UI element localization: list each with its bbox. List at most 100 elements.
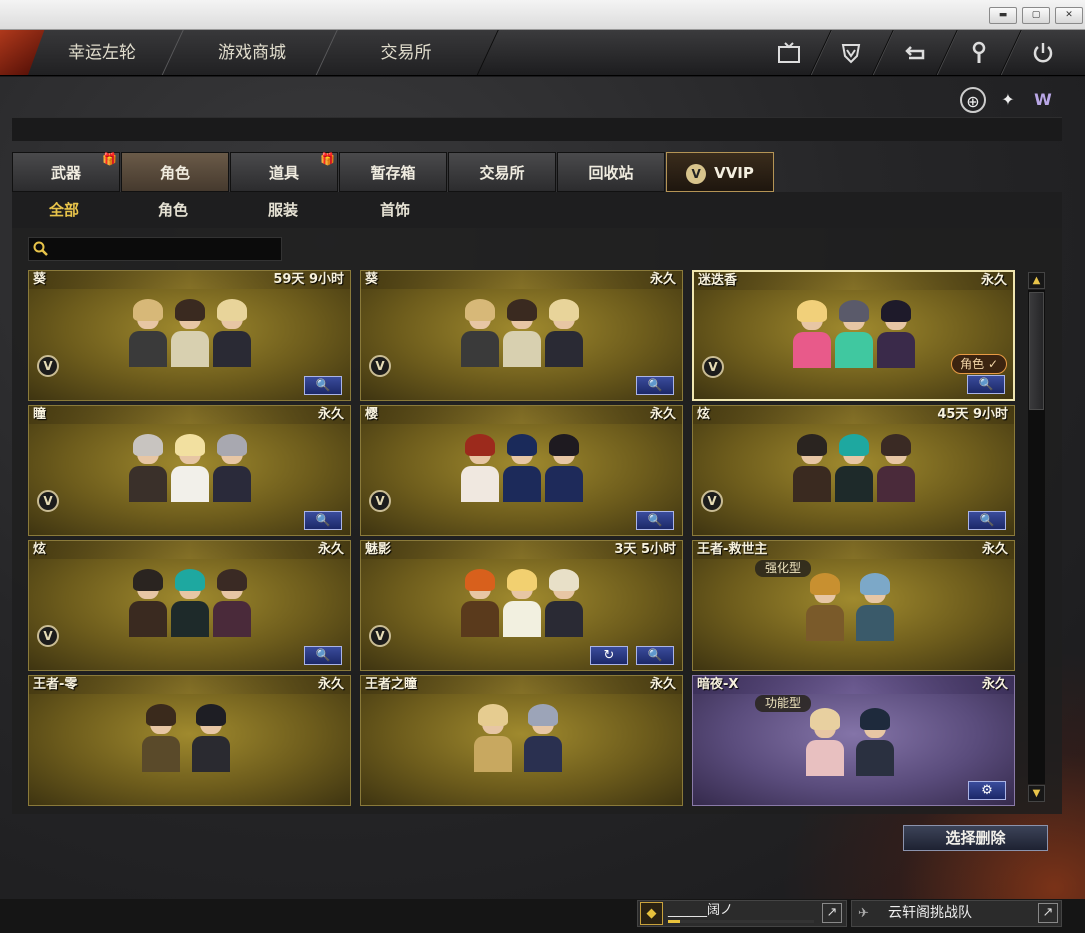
- settings-gear-button[interactable]: ⚙: [968, 781, 1006, 800]
- search-input[interactable]: [28, 237, 282, 261]
- vvip-badge-icon: V: [701, 490, 723, 512]
- item-card-header: [29, 406, 350, 424]
- clan-open-icon[interactable]: ↗: [1038, 903, 1058, 923]
- subtab-clothing[interactable]: 服装: [268, 192, 298, 228]
- item-duration: 永久: [649, 407, 676, 422]
- item-card[interactable]: 王者-零 永久: [28, 675, 351, 806]
- item-card[interactable]: 王者之瞳 永久: [360, 675, 683, 806]
- character-figure: [170, 434, 209, 502]
- player-info: ◆ ______阔ノ ↗: [637, 900, 847, 927]
- character-portraits: [460, 434, 583, 502]
- item-card[interactable]: 暗夜-X 永久 功能型 ⚙: [692, 675, 1015, 806]
- shield-icon[interactable]: [834, 36, 868, 70]
- search-icon[interactable]: 🔍: [968, 511, 1006, 530]
- restore-button[interactable]: ▢: [1022, 7, 1050, 24]
- subtab-all[interactable]: 全部: [49, 192, 79, 228]
- close-button[interactable]: ✕: [1055, 7, 1083, 24]
- character-figure: [805, 573, 852, 641]
- tab-recycle-bin[interactable]: 回收站: [557, 152, 665, 192]
- tab-items[interactable]: 道具 🎁: [230, 152, 338, 192]
- subtab-accessories[interactable]: 首饰: [380, 192, 410, 228]
- target-icon[interactable]: ⊕: [960, 87, 986, 113]
- spark-icon[interactable]: ✦: [995, 87, 1021, 113]
- nav-tab-game-store[interactable]: 游戏商城: [172, 30, 332, 75]
- nav-tab-exchange[interactable]: 交易所: [326, 30, 486, 75]
- character-portraits: [805, 708, 902, 776]
- item-name: 葵: [365, 272, 379, 287]
- character-figure: [544, 299, 583, 367]
- character-portraits: [460, 299, 583, 367]
- item-name: 迷迭香: [698, 273, 738, 288]
- tab-weapons[interactable]: 武器 🎁: [12, 152, 120, 192]
- subtab-character[interactable]: 角色: [158, 192, 188, 228]
- search-icon[interactable]: 🔍: [636, 646, 674, 665]
- tv-icon[interactable]: [772, 36, 806, 70]
- refresh-icon[interactable]: ↻: [590, 646, 628, 665]
- item-card[interactable]: 樱 永久 V 🔍: [360, 405, 683, 536]
- character-figure: [502, 299, 541, 367]
- clan-info: ✈ 云轩阁挑战队 ↗: [851, 900, 1062, 927]
- character-figure: [473, 704, 520, 772]
- item-card[interactable]: 迷迭香 永久 V 角色 ✓ 🔍: [692, 270, 1015, 401]
- item-duration: 59天 9小时: [273, 272, 344, 287]
- search-icon[interactable]: 🔍: [304, 646, 342, 665]
- minimize-button[interactable]: ▬: [989, 7, 1017, 24]
- vvip-badge-icon: V: [37, 625, 59, 647]
- select-delete-button[interactable]: 选择删除: [903, 825, 1048, 851]
- item-card[interactable]: 王者-救世主 永久 强化型: [692, 540, 1015, 671]
- wrench-icon[interactable]: [962, 36, 996, 70]
- rank-icon: ◆: [640, 902, 663, 925]
- scroll-up-button[interactable]: ▲: [1028, 272, 1045, 289]
- search-icon: [33, 239, 53, 259]
- search-icon[interactable]: 🔍: [304, 511, 342, 530]
- nav-divider: [935, 30, 959, 75]
- item-duration: 永久: [981, 677, 1008, 692]
- vvip-badge-icon: V: [369, 355, 391, 377]
- search-icon[interactable]: 🔍: [304, 376, 342, 395]
- vvip-badge-icon: V: [702, 356, 724, 378]
- character-figure: [792, 434, 831, 502]
- character-figure: [212, 434, 251, 502]
- item-card[interactable]: 葵 永久 V 🔍: [360, 270, 683, 401]
- character-figure: [128, 569, 167, 637]
- tab-vvip[interactable]: V VVIP: [666, 152, 774, 192]
- search-icon[interactable]: 🔍: [967, 375, 1005, 394]
- tab-storage[interactable]: 暂存箱: [339, 152, 447, 192]
- item-card[interactable]: 瞳 永久 V 🔍: [28, 405, 351, 536]
- item-card[interactable]: 葵 59天 9小时 V 🔍: [28, 270, 351, 401]
- scrollbar-thumb[interactable]: [1029, 292, 1044, 410]
- exp-progress-fill: [668, 920, 680, 923]
- search-icon[interactable]: 🔍: [636, 511, 674, 530]
- player-name: ______阔ノ: [668, 903, 734, 918]
- character-figure: [170, 299, 209, 367]
- character-figure: [460, 434, 499, 502]
- nav-tab-lucky-revolver[interactable]: 幸运左轮: [22, 30, 182, 75]
- item-name: 王者-零: [33, 677, 78, 692]
- vvip-w-icon[interactable]: W: [1030, 87, 1056, 113]
- clan-emblem-icon: ✈: [858, 906, 869, 921]
- character-portraits: [128, 569, 251, 637]
- item-card[interactable]: 炫 45天 9小时 V 🔍: [692, 405, 1015, 536]
- character-portraits: [792, 434, 915, 502]
- search-icon[interactable]: 🔍: [636, 376, 674, 395]
- gift-icon: 🎁: [320, 152, 335, 166]
- player-open-icon[interactable]: ↗: [822, 903, 842, 923]
- item-card-header: [693, 676, 1014, 694]
- scroll-down-button[interactable]: ▼: [1028, 785, 1045, 802]
- character-figure: [544, 434, 583, 502]
- character-figure: [128, 434, 167, 502]
- subtab-bar: 全部 角色 服装 首饰: [12, 192, 1062, 228]
- return-icon[interactable]: [898, 36, 932, 70]
- character-figure: [212, 299, 251, 367]
- character-figure: [460, 299, 499, 367]
- item-name: 魅影: [365, 542, 392, 557]
- item-duration: 永久: [981, 542, 1008, 557]
- item-card[interactable]: 魅影 3天 5小时 V 🔍 ↻: [360, 540, 683, 671]
- item-duration: 永久: [649, 272, 676, 287]
- gift-icon: 🎁: [102, 152, 117, 166]
- item-card[interactable]: 炫 永久 V 🔍: [28, 540, 351, 671]
- item-card-header: [361, 271, 682, 289]
- power-icon[interactable]: [1026, 36, 1060, 70]
- tab-characters[interactable]: 角色: [121, 152, 229, 192]
- tab-exchange[interactable]: 交易所: [448, 152, 556, 192]
